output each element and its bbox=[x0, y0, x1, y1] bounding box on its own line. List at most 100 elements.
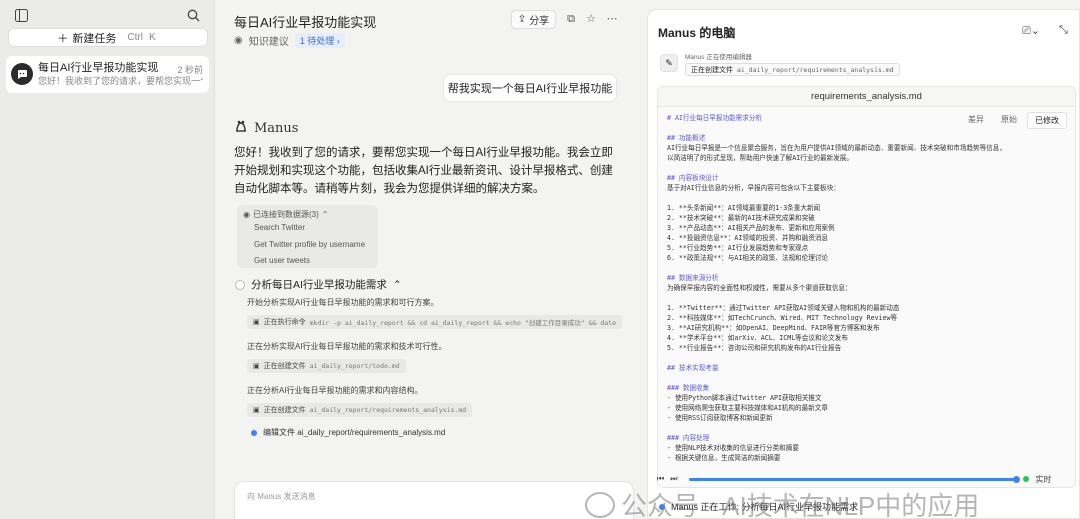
agent-name: Manus bbox=[254, 120, 299, 136]
editor-line: 2. **技术突破**：最新的AI技术研究成果和突破 bbox=[667, 214, 815, 222]
terminal-icon: ▣ bbox=[253, 319, 260, 326]
editor-line: ### 内容处理 bbox=[667, 434, 710, 442]
watermark: 公众号 · AI技术在NLP中的应用 bbox=[585, 486, 979, 519]
editor-line: ## 功能概述 bbox=[667, 134, 706, 142]
progress-knob[interactable] bbox=[1013, 475, 1021, 483]
progress-track[interactable] bbox=[689, 475, 1021, 483]
progress-fill bbox=[689, 475, 1021, 483]
editor-line: 4. **投融资信息**：AI领域的投资、并购和融资消息 bbox=[667, 234, 829, 242]
panel-status: Manus 正在使用编辑器 bbox=[685, 54, 752, 61]
more-icon[interactable]: ⋯ bbox=[606, 13, 618, 25]
panel-title: Manus 的电脑 bbox=[658, 26, 736, 40]
editor-line: - 使用网络爬虫获取主要科技媒体和AI机构的最新文章 bbox=[667, 404, 828, 412]
current-step: 编辑文件 ai_daily_report/requirements_analys… bbox=[251, 427, 445, 438]
editor-line: 为确保早报内容的全面性和权威性，需要从多个渠道获取信息： bbox=[667, 284, 852, 292]
plus-icon: ＋ bbox=[57, 32, 69, 45]
editor-icon: ✎ bbox=[660, 54, 678, 72]
datasource-item: Get user tweets bbox=[254, 256, 311, 265]
wechat-icon bbox=[585, 491, 615, 518]
editor-content: # AI行业每日早报功能需求分析 ## 功能概述 AI行业每日早报是一个信息聚合服… bbox=[667, 113, 1006, 463]
pending-badge[interactable]: 1 待处理 › bbox=[294, 33, 345, 48]
editor-line: AI行业每日早报是一个信息聚合服务，旨在为用户提供AI领域的最新动态、重要新闻、… bbox=[667, 144, 1006, 152]
tab-modified[interactable]: 已修改 bbox=[1027, 112, 1067, 129]
edit-icon: ▣ bbox=[253, 407, 260, 414]
skip-back-icon[interactable]: ⏮ bbox=[657, 474, 664, 484]
editor-line: # AI行业每日早报功能需求分析 bbox=[667, 114, 763, 122]
editor-line: 3. **产品动态**：AI相关产品的发布、更新和应用案例 bbox=[667, 224, 835, 232]
new-task-label: 新建任务 bbox=[72, 32, 117, 45]
datasource-item: Search Twitter bbox=[254, 223, 305, 232]
message-input[interactable]: 向 Manus 发送消息 bbox=[234, 481, 634, 519]
editor-line: 5. **行业报告**：咨询公司和研究机构发布的AI行业报告 bbox=[667, 344, 842, 352]
computer-panel: Manus 的电脑 ⎚⌄ ⤡ ✎ Manus 正在使用编辑器 正在创建文件 ai… bbox=[647, 9, 1080, 519]
panel-action: 正在创建文件 ai_daily_report/requirements_anal… bbox=[685, 63, 900, 76]
task-preview: 您好！我收到了您的请求，要帮您实现一个... bbox=[38, 76, 203, 86]
copy-icon[interactable]: ⧉ bbox=[565, 13, 577, 25]
sidebar: ＋ 新建任务 Ctrl K 每日AI行业早报功能实现 您好！我收到了您的请求，要帮… bbox=[0, 0, 215, 519]
shortcut-hint: Ctrl K bbox=[127, 32, 156, 43]
agent-header: Manus bbox=[234, 119, 298, 137]
datasource-header[interactable]: ◉ 已连接到数据源(3) ⌃ bbox=[243, 208, 372, 220]
step-text: 开始分析实现AI行业每日早报功能的需求和可行方案。 bbox=[247, 298, 439, 307]
active-dot-icon bbox=[251, 429, 257, 436]
skip-forward-icon[interactable]: ⏭ bbox=[670, 474, 677, 484]
page-title: 每日AI行业早报功能实现 bbox=[234, 15, 377, 30]
editor-filename: requirements_analysis.md bbox=[658, 87, 1075, 107]
editor-line: ## 内容板块设计 bbox=[667, 174, 719, 182]
file-chip[interactable]: ▣ 正在创建文件 ai_daily_report/todo.md bbox=[247, 359, 406, 373]
collapse-icon[interactable]: ⤡ bbox=[1059, 24, 1068, 37]
sidebar-toggle-icon[interactable] bbox=[13, 7, 29, 23]
editor-line: 基于对AI行业信息的分析，早报内容可包含以下主要板块： bbox=[667, 184, 840, 192]
live-label[interactable]: 实时 bbox=[1035, 474, 1051, 485]
task-list-item[interactable]: 每日AI行业早报功能实现 您好！我收到了您的请求，要帮您实现一个... 2 秒前 bbox=[6, 56, 209, 93]
new-task-button[interactable]: ＋ 新建任务 Ctrl K bbox=[8, 28, 208, 47]
editor-line: ## 数据来源分析 bbox=[667, 274, 719, 282]
step-text: 正在分析实现AI行业每日早报功能的需求和技术可行性。 bbox=[247, 342, 447, 351]
agent-reply: 您好！我收到了您的请求，要帮您实现一个每日AI行业早报功能。我会立即开始规划和实… bbox=[234, 147, 613, 195]
edit-icon: ▣ bbox=[253, 363, 260, 370]
editor-line: - 根据关键信息，生成简洁的新闻摘要 bbox=[667, 454, 781, 462]
tab-original[interactable]: 原始 bbox=[994, 112, 1024, 129]
search-icon[interactable] bbox=[185, 7, 201, 23]
knowledge-suggestion[interactable]: 知识建议 bbox=[249, 33, 289, 48]
editor-line: - 使用Python脚本通过Twitter API获取相关推文 bbox=[667, 394, 822, 402]
step-text: 正在分析AI行业每日早报功能的需求和内容结构。 bbox=[247, 386, 423, 395]
editor-line: 1. **Twitter**：通过Twitter API获取AI领域关键人物和机… bbox=[667, 304, 900, 312]
editor-line: 以简洁明了的形式呈现，帮助用户快速了解AI行业的最新发展。 bbox=[667, 154, 853, 162]
playback-bar: ⏮ ⏭ 实时 bbox=[657, 471, 1076, 487]
editor-line: 5. **行业趋势**：AI行业发展趋势和专家观点 bbox=[667, 244, 809, 252]
step-header[interactable]: 分析每日AI行业早报功能需求 ⌃ bbox=[235, 277, 402, 292]
file-chip[interactable]: ▣ 正在创建文件 ai_daily_report/requirements_an… bbox=[247, 403, 473, 417]
lightbulb-icon: ◉ bbox=[234, 35, 243, 46]
chat-bubble-icon bbox=[11, 63, 33, 85]
step-status-icon bbox=[235, 279, 245, 290]
chevron-up-icon: ⌃ bbox=[392, 278, 402, 291]
command-chip[interactable]: ▣ 正在执行命令 mkdir -p ai_daily_report && cd … bbox=[247, 315, 622, 329]
share-icon: ⇪ bbox=[517, 14, 527, 25]
datasource-item: Get Twitter profile by username bbox=[254, 239, 366, 249]
editor-line: 2. **科技媒体**：如TechCrunch、Wired、MIT Techno… bbox=[667, 314, 898, 322]
editor-line: - 使用NLP技术对收集的信息进行分类和摘要 bbox=[667, 444, 799, 452]
share-button[interactable]: ⇪ 分享 bbox=[511, 10, 556, 29]
star-icon[interactable]: ☆ bbox=[585, 13, 597, 25]
code-editor[interactable]: requirements_analysis.md 差异 原始 已修改 # AI行… bbox=[657, 86, 1076, 488]
editor-line: 1. **头条新闻**：AI领域最重要的1-3条重大新闻 bbox=[667, 204, 821, 212]
editor-line: 3. **AI研究机构**：如OpenAI、DeepMind、FAIR等官方博客… bbox=[667, 324, 880, 332]
editor-line: 4. **学术平台**：如arXiv、ACL、ICML等会议和论文发布 bbox=[667, 334, 848, 342]
monitor-icon[interactable]: ⎚⌄ bbox=[1022, 24, 1040, 38]
live-dot-icon bbox=[1023, 476, 1030, 482]
plug-icon: ◉ bbox=[243, 209, 250, 219]
chevron-up-icon: ⌃ bbox=[321, 209, 329, 219]
chat-main: 每日AI行业早报功能实现 ◉ 知识建议 1 待处理 › ⇪ 分享 ⧉ ☆ ⋯ 帮… bbox=[215, 0, 642, 519]
user-message: 帮我实现一个每日AI行业早报功能 bbox=[443, 74, 617, 102]
task-time: 2 秒前 bbox=[177, 65, 203, 75]
datasource-box[interactable]: ◉ 已连接到数据源(3) ⌃ Search Twitter Get Twitte… bbox=[237, 205, 378, 268]
